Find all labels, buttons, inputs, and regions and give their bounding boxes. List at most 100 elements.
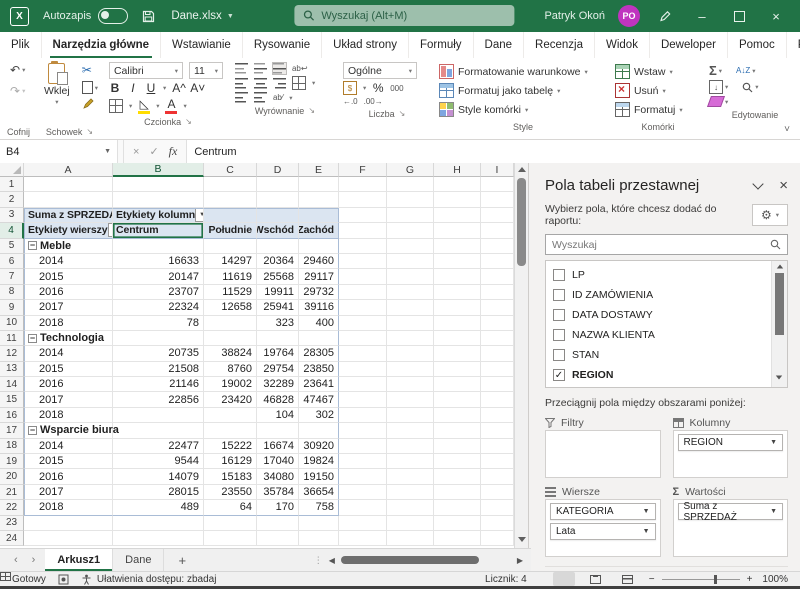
enter-icon[interactable]: ✓ <box>149 145 158 158</box>
cell-G11[interactable] <box>387 331 434 346</box>
align-middle-icon[interactable] <box>254 63 267 74</box>
column-header-b[interactable]: B <box>113 163 204 177</box>
cell-H5[interactable] <box>434 239 481 254</box>
cell-I12[interactable] <box>481 346 514 361</box>
undo-button[interactable]: ↶▾ <box>7 61 28 79</box>
clear-button[interactable]: ▾ <box>709 96 728 107</box>
cell-E22[interactable]: 758 <box>299 500 339 515</box>
chevron-down-icon[interactable]: ▼ <box>643 508 650 515</box>
cell-E3[interactable] <box>299 208 339 223</box>
cell-A12[interactable]: 2014 <box>24 346 113 361</box>
cell-E4[interactable]: Zachód <box>299 223 339 238</box>
cell-C2[interactable] <box>204 192 257 207</box>
cell-G16[interactable] <box>387 408 434 423</box>
tab-narzędzia-główne[interactable]: Narzędzia główne <box>42 32 162 58</box>
cell-C7[interactable]: 11619 <box>204 269 257 284</box>
cell-F18[interactable] <box>339 439 387 454</box>
row-header-10[interactable]: 10 <box>0 316 24 331</box>
zoom-slider[interactable]: − + <box>649 574 753 585</box>
cell-F19[interactable] <box>339 454 387 469</box>
filter-dropdown-icon[interactable]: ▼ <box>195 208 204 222</box>
cell-B10[interactable]: 78 <box>113 316 204 331</box>
cell-F12[interactable] <box>339 346 387 361</box>
collapse-ribbon-icon[interactable]: ˅ <box>784 124 790 135</box>
shrink-font-button[interactable]: A˅ <box>190 81 202 95</box>
cell-C23[interactable] <box>204 516 257 531</box>
cell-I4[interactable] <box>481 223 514 238</box>
formula-input[interactable]: Centrum <box>187 140 800 163</box>
cell-B13[interactable]: 21508 <box>113 362 204 377</box>
row-header-3[interactable]: 3 <box>0 208 24 223</box>
cell-G17[interactable] <box>387 423 434 438</box>
select-all-corner[interactable] <box>0 163 24 177</box>
cell-D20[interactable]: 34080 <box>257 469 299 484</box>
row-header-6[interactable]: 6 <box>0 254 24 269</box>
cell-H9[interactable] <box>434 300 481 315</box>
cell-I20[interactable] <box>481 469 514 484</box>
cell-G18[interactable] <box>387 439 434 454</box>
conditional-formatting-button[interactable]: Formatowanie warunkowe▾ <box>439 62 607 81</box>
row-header-11[interactable]: 11 <box>0 331 24 346</box>
align-right-icon[interactable] <box>273 78 286 89</box>
cell-E15[interactable]: 47467 <box>299 392 339 407</box>
cell-F9[interactable] <box>339 300 387 315</box>
fill-down-button[interactable]: ↓▾ <box>709 80 728 94</box>
accessibility-status[interactable]: Ułatwienia dostępu: zbadaj <box>81 574 217 585</box>
cell-H10[interactable] <box>434 316 481 331</box>
collapse-icon[interactable]: − <box>28 334 37 343</box>
cell-B21[interactable]: 28015 <box>113 485 204 500</box>
chevron-down-icon[interactable]: ▼ <box>770 439 777 446</box>
cell-H4[interactable] <box>434 223 481 238</box>
cell-D23[interactable] <box>257 516 299 531</box>
cell-G3[interactable] <box>387 208 434 223</box>
zoom-level[interactable]: 100% <box>762 574 788 585</box>
cell-F23[interactable] <box>339 516 387 531</box>
macro-record-icon[interactable] <box>58 574 69 585</box>
merge-center-icon[interactable] <box>292 76 306 90</box>
cell-D6[interactable]: 20364 <box>257 254 299 269</box>
cell-H16[interactable] <box>434 408 481 423</box>
format-as-table-button[interactable]: Formatuj jako tabelę▾ <box>439 81 607 100</box>
cell-G9[interactable] <box>387 300 434 315</box>
cell-E9[interactable]: 39116 <box>299 300 339 315</box>
cell-I18[interactable] <box>481 439 514 454</box>
checkbox-id-zamówienia[interactable] <box>553 289 565 301</box>
autosave-toggle[interactable] <box>98 8 128 24</box>
cell-B19[interactable]: 9544 <box>113 454 204 469</box>
cell-H19[interactable] <box>434 454 481 469</box>
cell-A2[interactable] <box>24 192 113 207</box>
cell-B4[interactable]: Centrum <box>113 223 204 238</box>
cell-H8[interactable] <box>434 285 481 300</box>
cell-A8[interactable]: 2016 <box>24 285 113 300</box>
tab-power-pivot[interactable]: Power Pivot <box>787 32 800 58</box>
row-header-14[interactable]: 14 <box>0 377 24 392</box>
cell-B22[interactable]: 489 <box>113 500 204 515</box>
dialog-launcher-icon[interactable]: ↘ <box>399 109 406 118</box>
field-item-region[interactable]: ✓REGION <box>553 365 769 385</box>
cell-B20[interactable]: 14079 <box>113 469 204 484</box>
cell-D9[interactable]: 25941 <box>257 300 299 315</box>
cell-G4[interactable] <box>387 223 434 238</box>
cell-G6[interactable] <box>387 254 434 269</box>
horizontal-scrollbar[interactable]: ⋮ ◀ ▶ <box>314 549 523 571</box>
filters-area[interactable] <box>545 430 661 478</box>
sheet-tab-arkusz1[interactable]: Arkusz1 <box>45 549 113 571</box>
cell-D8[interactable]: 19911 <box>257 285 299 300</box>
column-header-a[interactable]: A <box>24 163 113 177</box>
field-list-scrollbar[interactable] <box>771 261 787 387</box>
horizontal-scroll-thumb[interactable] <box>341 556 479 564</box>
cell-E18[interactable]: 30920 <box>299 439 339 454</box>
cell-G10[interactable] <box>387 316 434 331</box>
name-box[interactable]: B4▼ <box>0 140 118 163</box>
insert-function-icon[interactable]: fx <box>169 144 178 159</box>
wrap-text-icon[interactable]: ab↩ <box>292 64 308 73</box>
dialog-launcher-icon[interactable]: ↘ <box>86 127 93 136</box>
cell-D10[interactable]: 323 <box>257 316 299 331</box>
cell-A3[interactable]: Suma z SPRZEDAŻ <box>24 208 113 223</box>
normal-view-button[interactable] <box>553 572 575 586</box>
cell-A20[interactable]: 2016 <box>24 469 113 484</box>
close-button[interactable]: × <box>764 4 788 28</box>
cell-D15[interactable]: 46828 <box>257 392 299 407</box>
cell-A1[interactable] <box>24 177 113 192</box>
format-button[interactable]: Formatuj▾ <box>615 100 701 119</box>
